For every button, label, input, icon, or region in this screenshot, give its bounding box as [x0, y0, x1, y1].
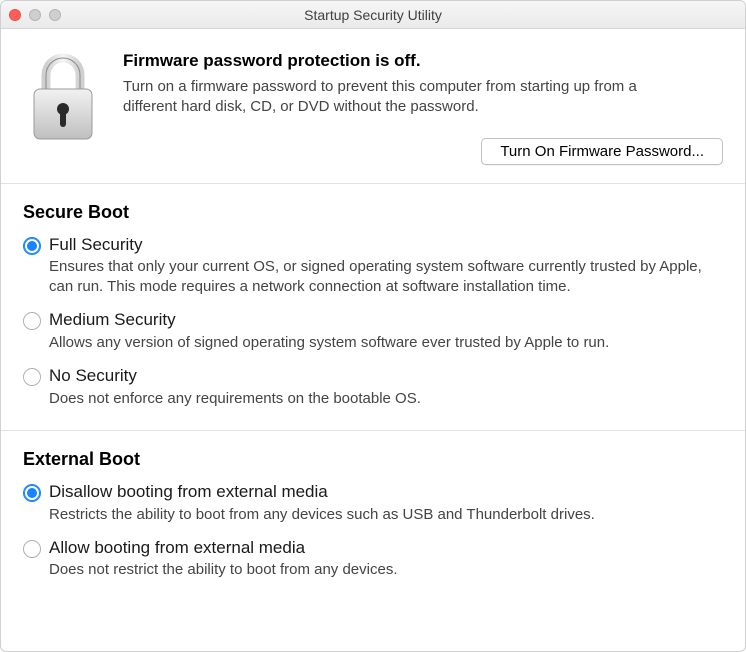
radio-body: Full Security Ensures that only your cur…: [49, 235, 723, 296]
external-boot-option-disallow[interactable]: Disallow booting from external media Res…: [23, 482, 723, 524]
lock-icon-wrap: [23, 51, 103, 165]
radio-body: Disallow booting from external media Res…: [49, 482, 723, 524]
radio-body: Allow booting from external media Does n…: [49, 538, 723, 580]
firmware-description: Turn on a firmware password to prevent t…: [123, 77, 683, 116]
content-area: Firmware password protection is off. Tur…: [1, 29, 745, 651]
titlebar: Startup Security Utility: [1, 1, 745, 29]
radio-icon[interactable]: [23, 237, 41, 255]
lock-icon: [28, 51, 98, 143]
minimize-icon: [29, 9, 41, 21]
secure-boot-option-none[interactable]: No Security Does not enforce any require…: [23, 366, 723, 408]
radio-label: Disallow booting from external media: [49, 482, 723, 502]
firmware-heading: Firmware password protection is off.: [123, 51, 723, 71]
radio-label: Full Security: [49, 235, 723, 255]
radio-description: Does not restrict the ability to boot fr…: [49, 560, 723, 580]
radio-description: Allows any version of signed operating s…: [49, 333, 723, 353]
zoom-icon: [49, 9, 61, 21]
secure-boot-section: Secure Boot Full Security Ensures that o…: [1, 184, 745, 431]
secure-boot-heading: Secure Boot: [23, 202, 723, 223]
external-boot-heading: External Boot: [23, 449, 723, 470]
secure-boot-option-medium[interactable]: Medium Security Allows any version of si…: [23, 310, 723, 352]
radio-icon[interactable]: [23, 312, 41, 330]
secure-boot-option-full[interactable]: Full Security Ensures that only your cur…: [23, 235, 723, 296]
window-title: Startup Security Utility: [1, 7, 745, 23]
window: Startup Security Utility: [0, 0, 746, 652]
radio-label: No Security: [49, 366, 723, 386]
radio-icon[interactable]: [23, 540, 41, 558]
radio-icon[interactable]: [23, 368, 41, 386]
radio-body: Medium Security Allows any version of si…: [49, 310, 723, 352]
radio-label: Allow booting from external media: [49, 538, 723, 558]
radio-description: Restricts the ability to boot from any d…: [49, 505, 723, 525]
radio-description: Ensures that only your current OS, or si…: [49, 257, 723, 296]
radio-icon[interactable]: [23, 484, 41, 502]
external-boot-section: External Boot Disallow booting from exte…: [1, 431, 745, 602]
traffic-lights: [9, 9, 61, 21]
firmware-password-section: Firmware password protection is off. Tur…: [1, 29, 745, 184]
radio-body: No Security Does not enforce any require…: [49, 366, 723, 408]
firmware-button-row: Turn On Firmware Password...: [123, 138, 723, 165]
radio-description: Does not enforce any requirements on the…: [49, 389, 723, 409]
firmware-text: Firmware password protection is off. Tur…: [123, 51, 723, 165]
turn-on-firmware-password-button[interactable]: Turn On Firmware Password...: [481, 138, 723, 165]
close-icon[interactable]: [9, 9, 21, 21]
external-boot-option-allow[interactable]: Allow booting from external media Does n…: [23, 538, 723, 580]
radio-label: Medium Security: [49, 310, 723, 330]
